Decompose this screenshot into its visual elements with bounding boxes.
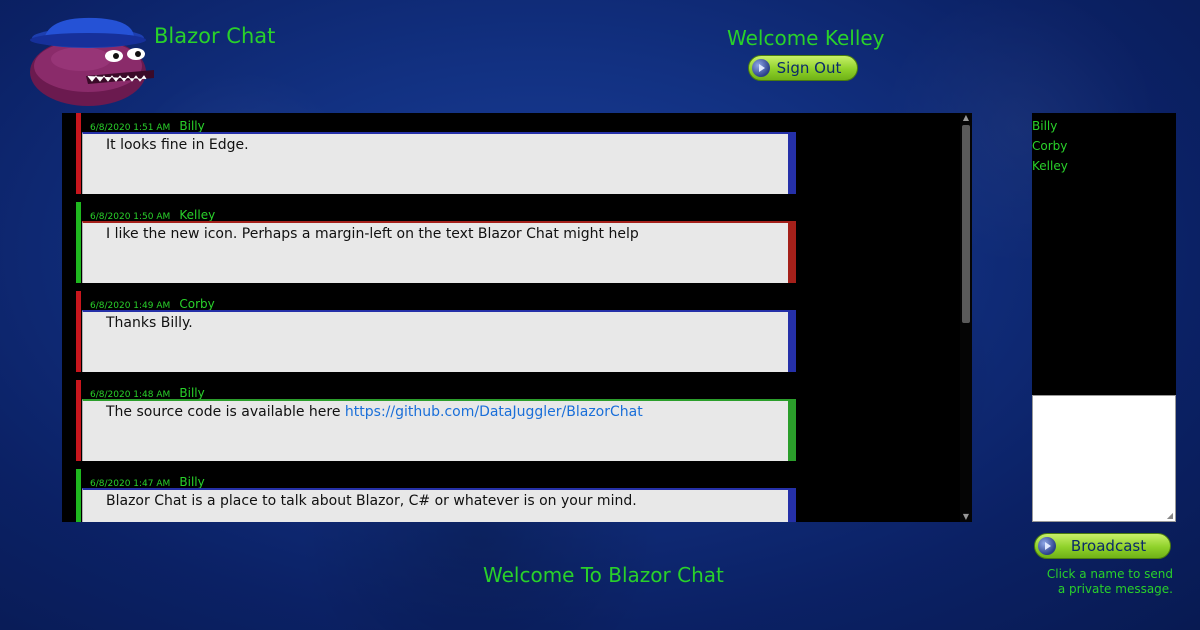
message-bubble: I like the new icon. Perhaps a margin-le… (82, 221, 796, 283)
message-sender: Billy (179, 475, 205, 489)
message-header: 6/8/2020 1:50 AM Kelley (90, 204, 216, 222)
user-list-item[interactable]: Kelley (1032, 156, 1068, 176)
scroll-up-icon[interactable]: ▲ (960, 113, 972, 123)
message-bubble: Blazor Chat is a place to talk about Bla… (82, 488, 796, 522)
message-bubble: It looks fine in Edge. (82, 132, 796, 194)
app-title: Blazor Chat (154, 24, 276, 48)
message-edge (788, 221, 796, 283)
message-item: 6/8/2020 1:49 AM Corby Thanks Billy. (76, 291, 796, 372)
resize-grip-icon[interactable]: ◢ (1167, 511, 1173, 520)
message-text: Blazor Chat is a place to talk about Bla… (106, 493, 637, 509)
message-header: 6/8/2020 1:48 AM Billy (90, 382, 205, 400)
message-bubble: Thanks Billy. (82, 310, 796, 372)
arrow-icon (1038, 537, 1056, 555)
github-link[interactable]: https://github.com/DataJuggler/BlazorCha… (345, 404, 643, 420)
sign-out-label: Sign Out (776, 59, 842, 77)
footer-welcome-text: Welcome To Blazor Chat (483, 563, 724, 587)
message-edge (788, 132, 796, 194)
message-bar (76, 291, 81, 372)
blazor-chat-logo (30, 17, 154, 106)
message-header: 6/8/2020 1:51 AM Billy (90, 115, 205, 133)
message-header: 6/8/2020 1:49 AM Corby (90, 293, 215, 311)
message-edge (788, 488, 796, 522)
message-bar (76, 202, 81, 283)
user-list-item[interactable]: Corby (1032, 136, 1068, 156)
welcome-user-text: Welcome Kelley (727, 26, 885, 50)
user-list-item[interactable]: Billy (1032, 116, 1068, 136)
message-sender: Billy (179, 386, 205, 400)
user-list: Billy Corby Kelley (1032, 113, 1176, 395)
scroll-down-icon[interactable]: ▼ (960, 512, 972, 522)
message-header: 6/8/2020 1:47 AM Billy (90, 471, 205, 489)
message-scrollbar[interactable]: ▲ ▼ (960, 113, 972, 522)
broadcast-label: Broadcast (1070, 537, 1147, 555)
message-text: It looks fine in Edge. (106, 137, 249, 153)
message-item: 6/8/2020 1:51 AM Billy It looks fine in … (76, 113, 796, 194)
hint-line-1: Click a name to send (1046, 567, 1173, 581)
message-bar (76, 380, 81, 461)
message-bar (76, 113, 81, 194)
message-text: The source code is available here https:… (106, 404, 643, 420)
message-bubble: The source code is available here https:… (82, 399, 796, 461)
message-item: 6/8/2020 1:50 AM Kelley I like the new i… (76, 202, 796, 283)
message-bar (76, 469, 81, 522)
message-list[interactable]: 6/8/2020 1:51 AM Billy It looks fine in … (62, 113, 972, 522)
message-item: 6/8/2020 1:48 AM Billy The source code i… (76, 380, 796, 461)
message-edge (788, 310, 796, 372)
scrollbar-thumb[interactable] (962, 125, 970, 323)
message-sender: Kelley (179, 208, 216, 222)
message-sender: Corby (179, 297, 215, 311)
private-message-hint: Click a name to send a private message. (1043, 567, 1173, 597)
message-edge (788, 399, 796, 461)
sign-out-button[interactable]: Sign Out (748, 55, 858, 81)
message-input[interactable]: ◢ (1032, 395, 1176, 522)
message-sender: Billy (179, 119, 205, 133)
message-text: I like the new icon. Perhaps a margin-le… (106, 226, 639, 242)
broadcast-button[interactable]: Broadcast (1034, 533, 1171, 559)
hint-line-2: a private message. (1057, 582, 1173, 596)
arrow-icon (752, 59, 770, 77)
message-text: Thanks Billy. (106, 315, 193, 331)
message-text-content: The source code is available here (106, 404, 345, 420)
message-item: 6/8/2020 1:47 AM Billy Blazor Chat is a … (76, 469, 796, 522)
